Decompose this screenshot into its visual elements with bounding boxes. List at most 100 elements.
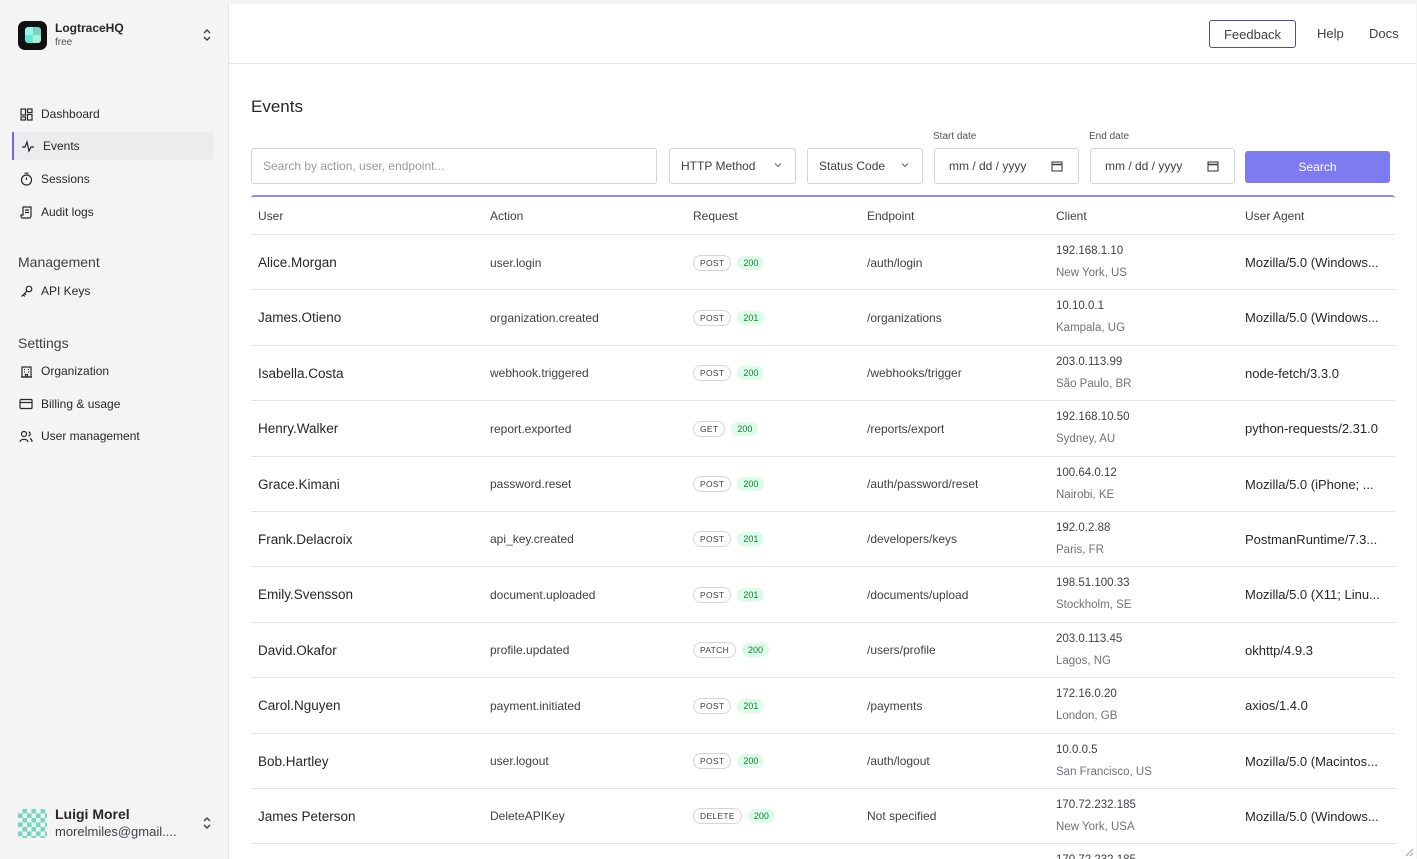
client-location: São Paulo, BR: [1056, 377, 1132, 390]
client-ip: 192.0.2.88: [1056, 521, 1111, 534]
sidebar-item-label: User management: [41, 429, 140, 443]
sidebar-item-label: Sessions: [41, 172, 90, 186]
row-endpoint: /reports/export: [867, 421, 945, 436]
table-row[interactable]: Frank.Delacroix api_key.created POST 201/de…: [251, 512, 1395, 568]
row-action: DeleteAPIKey: [490, 809, 565, 824]
row-user-agent: Mozilla/5.0 (Windows...: [1245, 310, 1379, 326]
sidebar-item-sessions[interactable]: Sessions: [12, 165, 214, 193]
column-header-user: User: [258, 209, 284, 223]
row-request: PATCH 200: [693, 623, 770, 678]
row-client: 10.0.0.5 San Francisco, US: [1056, 742, 1152, 780]
sidebar-item-billing[interactable]: Billing & usage: [12, 390, 214, 418]
row-client: 100.64.0.12 Nairobi, KE: [1056, 465, 1117, 503]
client-location: Nairobi, KE: [1056, 488, 1115, 501]
row-action: api_key.created: [490, 532, 574, 547]
sidebar-item-organization[interactable]: Organization: [12, 357, 214, 385]
http-method-badge: DELETE: [693, 808, 742, 825]
sidebar-item-api-keys[interactable]: API Keys: [12, 277, 214, 305]
start-date-input[interactable]: mm / dd / yyyy: [934, 148, 1079, 184]
scroll-icon: [19, 205, 33, 219]
sidebar-item-label: API Keys: [41, 284, 91, 298]
client-location: Kampala, UG: [1056, 322, 1126, 335]
row-request: POST 201: [693, 567, 765, 622]
chevron-up-down-icon[interactable]: [200, 815, 214, 831]
sidebar-item-label: Organization: [41, 364, 110, 378]
row-user: James Peterson: [258, 808, 356, 824]
row-user-agent: okhttp/4.9.3: [1245, 642, 1313, 658]
table-row[interactable]: James.Otieno organization.created POST 201 /…: [251, 290, 1395, 346]
help-link[interactable]: Help: [1317, 26, 1344, 41]
http-method-badge: POST: [693, 697, 732, 714]
row-request: POST 201: [693, 512, 765, 567]
calendar-icon[interactable]: [1207, 160, 1219, 172]
user-menu[interactable]: Luigi Morel morelmiles@gmail....: [18, 803, 214, 843]
row-user: Frank.Delacroix: [258, 531, 353, 547]
feedback-button[interactable]: Feedback: [1209, 20, 1296, 48]
sidebar-item-user-management[interactable]: User management: [12, 422, 214, 450]
table-row[interactable]: Bob.Hartley user.logout POST 200/auth/logou…: [251, 734, 1395, 789]
row-action: webhook.triggered: [490, 366, 589, 381]
table-row[interactable]: 170.72.232.185: [251, 844, 1395, 859]
table-row[interactable]: Grace.Kimani password.reset POST 200/auth/p…: [251, 457, 1395, 512]
status-code-select[interactable]: Status Code: [807, 148, 923, 184]
timer-icon: [19, 172, 33, 186]
row-client: 198.51.100.33 Stockholm, SE: [1056, 575, 1131, 613]
chevron-up-down-icon[interactable]: [200, 27, 214, 43]
http-method-badge: POST: [693, 365, 732, 382]
sidebar-item-audit-logs[interactable]: Audit logs: [12, 198, 214, 226]
start-date-label: Start date: [933, 131, 977, 142]
row-user: Henry.Walker: [258, 421, 339, 437]
key-icon: [19, 284, 33, 298]
management-section-title: Management: [18, 254, 100, 270]
sidebar-item-dashboard[interactable]: Dashboard: [12, 100, 214, 128]
row-client: 203.0.113.45 Lagos, NG: [1056, 631, 1122, 669]
row-endpoint: /auth/logout: [867, 754, 930, 769]
table-row[interactable]: David.Okafor profile.updated PATCH 200/user…: [251, 623, 1395, 679]
row-endpoint: Not specified: [867, 809, 937, 824]
search-input[interactable]: [251, 148, 657, 184]
row-user-agent: node-fetch/3.3.0: [1245, 365, 1339, 381]
http-method-badge: POST: [693, 531, 732, 548]
resize-grip-icon[interactable]: [1404, 847, 1414, 857]
org-name: LogtraceHQ: [55, 20, 124, 35]
row-request: POST 200: [693, 734, 765, 789]
row-user: Emily.Svensson: [258, 587, 354, 603]
client-ip: 198.51.100.33: [1056, 577, 1130, 590]
sidebar: LogtraceHQ free Dashboard Events Session…: [0, 0, 228, 859]
row-client: 192.0.2.88 Paris, FR: [1056, 520, 1110, 558]
client-location: Sydney, AU: [1056, 433, 1116, 446]
client-location: Paris, FR: [1056, 543, 1104, 556]
table-row[interactable]: Emily.Svensson document.uploaded POST 201/d…: [251, 567, 1395, 623]
search-button[interactable]: Search: [1245, 151, 1390, 183]
http-method-badge: GET: [693, 420, 726, 437]
table-row[interactable]: Carol.Nguyen payment.initiated POST 201/pay…: [251, 678, 1395, 734]
end-date-input[interactable]: mm / dd / yyyy: [1090, 148, 1235, 184]
status-badge: 201: [737, 532, 765, 547]
row-endpoint: /documents/upload: [867, 587, 969, 602]
row-user-agent: PostmanRuntime/7.3...: [1245, 531, 1378, 547]
status-badge: 200: [737, 366, 765, 381]
row-endpoint: /users/profile: [867, 643, 936, 658]
table-row[interactable]: Alice.Morgan user.login POST 200/auth/login…: [251, 235, 1395, 291]
http-method-badge: POST: [693, 309, 732, 326]
dashboard-icon: [19, 107, 33, 121]
row-endpoint: /auth/password/reset: [867, 477, 979, 492]
table-row[interactable]: James Peterson DeleteAPIKey DELETE 200 Not s…: [251, 789, 1395, 845]
table-body: Alice.Morgan user.login POST 200/auth/login…: [251, 235, 1395, 859]
table-row[interactable]: Henry.Walker report.exported GET 200/report…: [251, 401, 1395, 457]
sidebar-item-events[interactable]: Events: [12, 132, 214, 160]
row-user-agent: Mozilla/5.0 (Windows...: [1245, 255, 1379, 270]
status-badge: 201: [737, 310, 765, 325]
org-switcher[interactable]: LogtraceHQ free: [18, 18, 214, 52]
http-method-select[interactable]: HTTP Method: [669, 148, 796, 184]
row-endpoint: /payments: [867, 698, 923, 713]
row-request: POST 200: [693, 235, 765, 290]
table-row[interactable]: Isabella.Costa webhook.triggered POST 200/w…: [251, 346, 1395, 402]
status-badge: 200: [737, 754, 765, 769]
calendar-icon[interactable]: [1051, 160, 1063, 172]
row-action: document.uploaded: [490, 587, 596, 602]
docs-link[interactable]: Docs: [1369, 26, 1399, 41]
status-badge: 200: [731, 421, 759, 436]
column-header-endpoint: Endpoint: [867, 209, 915, 223]
column-header-action: Action: [490, 209, 524, 223]
